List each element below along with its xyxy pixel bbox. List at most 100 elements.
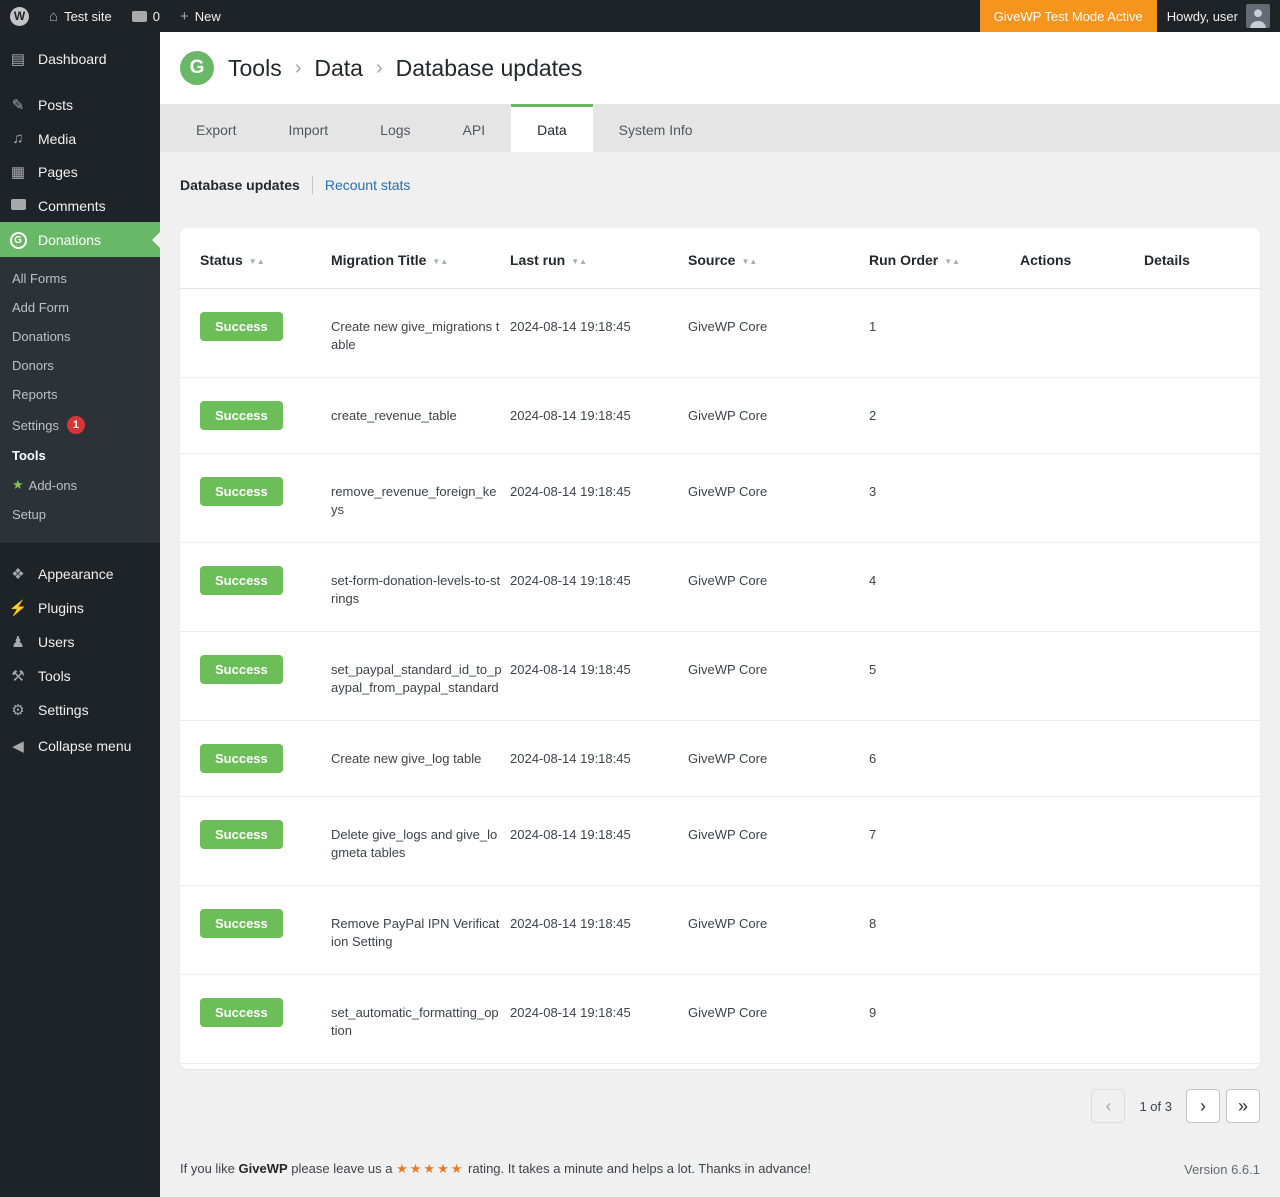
sidebar-item-plugins[interactable]: ⚡ Plugins <box>0 591 160 625</box>
version-label: Version 6.6.1 <box>1184 1162 1260 1177</box>
submenu-item-reports[interactable]: Reports <box>0 380 160 409</box>
sort-icon[interactable]: ▼▲ <box>741 252 757 268</box>
tab-data[interactable]: Data <box>511 104 593 152</box>
next-page-button[interactable]: › <box>1186 1089 1220 1123</box>
main-content: G Tools › Data › Database updates Export… <box>160 32 1280 1197</box>
status-cell: Success <box>180 721 331 797</box>
divider <box>312 176 313 194</box>
table-row: Success Create new give_migrations table… <box>180 289 1260 378</box>
five-stars-icon[interactable]: ★★★★★ <box>396 1161 464 1176</box>
submenu-item-add-form[interactable]: Add Form <box>0 293 160 322</box>
tab-api[interactable]: API <box>437 104 512 152</box>
subnav-database-updates[interactable]: Database updates <box>180 177 300 193</box>
sort-icon[interactable]: ▼▲ <box>432 252 448 268</box>
wordpress-menu[interactable]: W <box>0 0 39 32</box>
status-badge: Success <box>200 998 283 1027</box>
breadcrumb-data[interactable]: Data <box>314 55 363 82</box>
column-header[interactable]: Run Order▼▲ <box>869 228 1020 289</box>
status-badge: Success <box>200 820 283 849</box>
sidebar-item-label: Collapse menu <box>38 738 131 754</box>
sidebar-item-appearance[interactable]: ❖ Appearance <box>0 557 160 591</box>
sidebar-item-label: Donations <box>38 232 101 248</box>
tab-export[interactable]: Export <box>170 104 262 152</box>
submenu-item-addons[interactable]: ★ Add-ons <box>0 470 160 500</box>
status-cell: Success <box>180 289 331 378</box>
source: GiveWP Core <box>688 632 869 721</box>
run-order: 5 <box>869 632 1020 721</box>
column-header[interactable]: Details <box>1144 228 1260 289</box>
tab-import[interactable]: Import <box>262 104 354 152</box>
sidebar-item-media[interactable]: ♫ Media <box>0 122 160 155</box>
last-run: 2024-08-14 19:18:45 <box>510 721 688 797</box>
last-run: 2024-08-14 19:18:45 <box>510 797 688 886</box>
collapse-arrow-icon: ◀ <box>8 737 28 755</box>
sidebar-item-users[interactable]: ♟ Users <box>0 625 160 659</box>
sort-icon[interactable]: ▼▲ <box>944 252 960 268</box>
chevron-right-icon: › <box>1200 1097 1206 1115</box>
new-content-menu[interactable]: + New <box>170 0 231 32</box>
sidebar-item-comments[interactable]: Comments <box>0 189 160 222</box>
tab-logs[interactable]: Logs <box>354 104 436 152</box>
column-header[interactable]: Migration Title▼▲ <box>331 228 510 289</box>
appearance-icon: ❖ <box>8 565 28 583</box>
page-header: G Tools › Data › Database updates <box>160 32 1280 104</box>
submenu-item-donations[interactable]: Donations <box>0 322 160 351</box>
migrations-table-card: Status▼▲ Migration Title▼▲ Last run▼▲ So… <box>180 228 1260 1069</box>
star-icon: ★ <box>12 477 24 493</box>
admin-menu: ▤ Dashboard ✎ Posts ♫ Media ▦ Pages Comm… <box>0 32 160 763</box>
last-run: 2024-08-14 19:18:45 <box>510 454 688 543</box>
submenu-item-all-forms[interactable]: All Forms <box>0 264 160 293</box>
actions-cell <box>1020 378 1144 454</box>
details-cell <box>1144 721 1260 797</box>
sidebar-item-donations[interactable]: G Donations <box>0 222 160 257</box>
sidebar-item-settings[interactable]: ⚙ Settings <box>0 693 160 727</box>
sidebar-item-label: Dashboard <box>38 51 107 67</box>
sidebar-item-label: Comments <box>38 198 106 214</box>
sort-icon[interactable]: ▼▲ <box>249 252 265 268</box>
site-menu[interactable]: ⌂ Test site <box>39 0 122 32</box>
details-cell <box>1144 378 1260 454</box>
table-row: Success set_automatic_formatting_option … <box>180 975 1260 1064</box>
column-header[interactable]: Last run▼▲ <box>510 228 688 289</box>
actions-cell <box>1020 632 1144 721</box>
sidebar-item-label: Tools <box>38 668 71 684</box>
sidebar-item-pages[interactable]: ▦ Pages <box>0 155 160 189</box>
plus-icon: + <box>180 8 189 25</box>
table-row: Success Create new give_log table 2024-0… <box>180 721 1260 797</box>
source: GiveWP Core <box>688 975 869 1064</box>
migration-title: set-form-donation-levels-to-strings <box>331 543 510 632</box>
sidebar-item-label: Pages <box>38 164 78 180</box>
column-header[interactable]: Source▼▲ <box>688 228 869 289</box>
breadcrumb-tools[interactable]: Tools <box>228 55 282 82</box>
pagination: ‹ 1 of 3 › » <box>160 1069 1280 1143</box>
sort-icon[interactable]: ▼▲ <box>571 252 587 268</box>
users-icon: ♟ <box>8 633 28 651</box>
table-header-row: Status▼▲ Migration Title▼▲ Last run▼▲ So… <box>180 228 1260 289</box>
collapse-menu-button[interactable]: ◀ Collapse menu <box>0 729 160 763</box>
source: GiveWP Core <box>688 378 869 454</box>
status-cell: Success <box>180 975 331 1064</box>
submenu-item-setup[interactable]: Setup <box>0 500 160 529</box>
status-badge: Success <box>200 909 283 938</box>
recount-stats-link[interactable]: Recount stats <box>325 177 411 193</box>
last-page-button[interactable]: » <box>1226 1089 1260 1123</box>
comments-icon <box>8 197 28 214</box>
sidebar-item-dashboard[interactable]: ▤ Dashboard <box>0 42 160 76</box>
subnav: Database updates Recount stats <box>160 152 1280 202</box>
submenu-item-donors[interactable]: Donors <box>0 351 160 380</box>
tab-system-info[interactable]: System Info <box>593 104 719 152</box>
my-account-menu[interactable]: Howdy, user <box>1157 0 1280 32</box>
test-mode-badge[interactable]: GiveWP Test Mode Active <box>980 0 1157 32</box>
sidebar: ▤ Dashboard ✎ Posts ♫ Media ▦ Pages Comm… <box>0 32 160 1197</box>
sidebar-item-posts[interactable]: ✎ Posts <box>0 88 160 122</box>
actions-cell <box>1020 797 1144 886</box>
submenu-item-tools[interactable]: Tools <box>0 441 160 470</box>
source: GiveWP Core <box>688 543 869 632</box>
sidebar-item-tools[interactable]: ⚒ Tools <box>0 659 160 693</box>
column-header[interactable]: Status▼▲ <box>180 228 331 289</box>
prev-page-button[interactable]: ‹ <box>1091 1089 1125 1123</box>
submenu-item-settings[interactable]: Settings 1 <box>0 409 160 441</box>
status-cell: Success <box>180 886 331 975</box>
comments-menu[interactable]: 0 <box>122 0 170 32</box>
column-header[interactable]: Actions <box>1020 228 1144 289</box>
